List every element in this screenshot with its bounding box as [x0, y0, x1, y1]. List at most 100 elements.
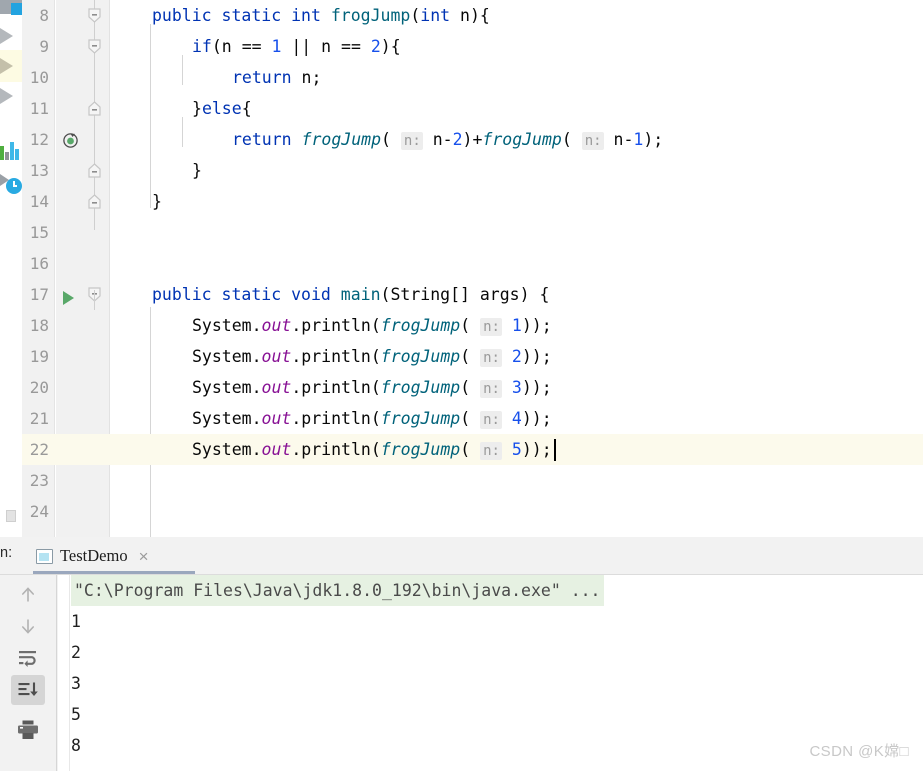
code-token: 4 [511, 409, 522, 428]
code-text: System.out.println(frogJump( n: 4)); [112, 403, 552, 434]
code-token: System. [192, 440, 262, 459]
code-token: void [291, 285, 341, 304]
code-line[interactable]: 22 System.out.println(frogJump( n: 5)); [22, 434, 923, 465]
line-number: 11 [29, 99, 49, 118]
code-line[interactable]: 13} [22, 155, 923, 186]
line-number: 17 [29, 285, 49, 304]
code-text: return n; [112, 62, 321, 93]
code-token: .println( [291, 347, 381, 366]
code-line[interactable]: 19 System.out.println(frogJump( n: 2)); [22, 341, 923, 372]
code-line[interactable]: 20 System.out.println(frogJump( n: 3)); [22, 372, 923, 403]
line-number: 12 [29, 130, 49, 149]
code-token: public [152, 6, 222, 25]
code-editor[interactable]: 8 public static int frogJump(int n){9 if(n… [22, 0, 923, 537]
selection-square-icon [11, 3, 22, 15]
console-output-line: 2 [71, 643, 81, 662]
code-token: 1 [511, 316, 522, 335]
code-token: } [152, 192, 162, 211]
code-token: ( [460, 440, 481, 459]
run-with-coverage-clock-icon[interactable] [0, 172, 22, 194]
code-token: .println( [291, 440, 381, 459]
line-number: 16 [29, 254, 49, 273]
parameter-hint: n: [581, 132, 604, 150]
code-text: public static int frogJump(int n){ [112, 0, 490, 31]
console-output-line: 1 [71, 612, 81, 631]
soft-wrap-icon[interactable] [11, 643, 45, 673]
code-token: ( [380, 285, 391, 304]
code-line[interactable]: 9 if(n == 1 || n == 2){ [22, 31, 923, 62]
code-token: out [261, 440, 292, 459]
code-text: System.out.println(frogJump( n: 2)); [112, 341, 552, 372]
run-tab-testdemo[interactable]: TestDemo × [32, 540, 153, 572]
code-line[interactable]: 11}else{ [22, 93, 923, 124]
code-line[interactable]: 15 [22, 217, 923, 248]
code-token: n) [450, 6, 480, 25]
parameter-hint: n: [480, 318, 502, 336]
scroll-to-end-icon[interactable] [11, 675, 45, 705]
code-text: System.out.println(frogJump( n: 1)); [112, 310, 552, 341]
code-text: if(n == 1 || n == 2){ [112, 31, 401, 62]
code-token: static [221, 6, 292, 25]
code-token: n- [603, 130, 634, 149]
watermark: CSDN @K嫦□ [809, 743, 909, 760]
code-token: )); [521, 316, 552, 335]
console-output-area[interactable]: "C:\Program Files\Java\jdk1.8.0_192\bin\… [58, 575, 923, 771]
stop-icon[interactable] [0, 88, 13, 104]
debug-icon[interactable] [0, 58, 13, 74]
code-token: { [241, 99, 252, 118]
code-token: frogJump [301, 130, 382, 149]
code-line-list: 8 public static int frogJump(int n){9 if(n… [22, 0, 923, 537]
console-output-line: 3 [71, 674, 81, 693]
code-token: return [232, 130, 302, 149]
console-command-line: "C:\Program Files\Java\jdk1.8.0_192\bin\… [71, 575, 604, 606]
code-line[interactable]: 21 System.out.println(frogJump( n: 4)); [22, 403, 923, 434]
run-tool-window-label: n: [0, 545, 13, 561]
code-token: frogJump [380, 347, 461, 366]
code-token: 3 [511, 378, 522, 397]
code-text: public static void main(String[] args) { [112, 279, 549, 310]
code-token: { [539, 285, 550, 304]
up-arrow-icon[interactable] [11, 580, 45, 610]
code-line[interactable]: 24 [22, 496, 923, 527]
code-token: frogJump [380, 440, 461, 459]
code-token: )); [521, 378, 552, 397]
code-token: main [340, 285, 381, 304]
code-token: ( [460, 347, 481, 366]
code-text: } [112, 186, 162, 217]
line-number: 15 [29, 223, 49, 242]
run-icon[interactable] [0, 28, 13, 44]
code-token: n; [301, 68, 322, 87]
code-token: ( [561, 130, 582, 149]
code-token: frogJump [380, 316, 461, 335]
code-line[interactable]: 14} [22, 186, 923, 217]
code-line[interactable]: 10 return n; [22, 62, 923, 93]
code-text: return frogJump( n: n-2)+frogJump( n: n-… [112, 124, 663, 155]
code-line[interactable]: 12 return frogJump( n: n-2)+frogJump( n: … [22, 124, 923, 155]
text-caret [554, 439, 556, 461]
down-arrow-icon[interactable] [11, 611, 45, 641]
close-icon[interactable]: × [135, 548, 149, 565]
code-token: ( [460, 378, 481, 397]
line-number: 10 [29, 68, 49, 87]
code-line[interactable]: 17 public static void main(String[] args)… [22, 279, 923, 310]
code-line[interactable]: 23 [22, 465, 923, 496]
console-gutter [58, 575, 70, 771]
code-line[interactable]: 16 [22, 248, 923, 279]
code-text: } [112, 155, 202, 186]
profiler-chart-icon[interactable] [0, 140, 22, 160]
code-token: (n [211, 37, 242, 56]
code-line[interactable]: 8 public static int frogJump(int n){ [22, 0, 923, 31]
code-token: int [420, 6, 451, 25]
print-icon[interactable] [11, 715, 45, 745]
scrollbar-thumb-fragment[interactable] [6, 510, 16, 522]
code-token: System. [192, 347, 262, 366]
code-token: ( [381, 130, 401, 149]
code-token: )); [521, 347, 552, 366]
left-tool-strip [0, 0, 22, 537]
run-configuration-icon [36, 548, 53, 564]
code-line[interactable]: 18 System.out.println(frogJump( n: 1)); [22, 310, 923, 341]
code-token: .println( [291, 378, 381, 397]
